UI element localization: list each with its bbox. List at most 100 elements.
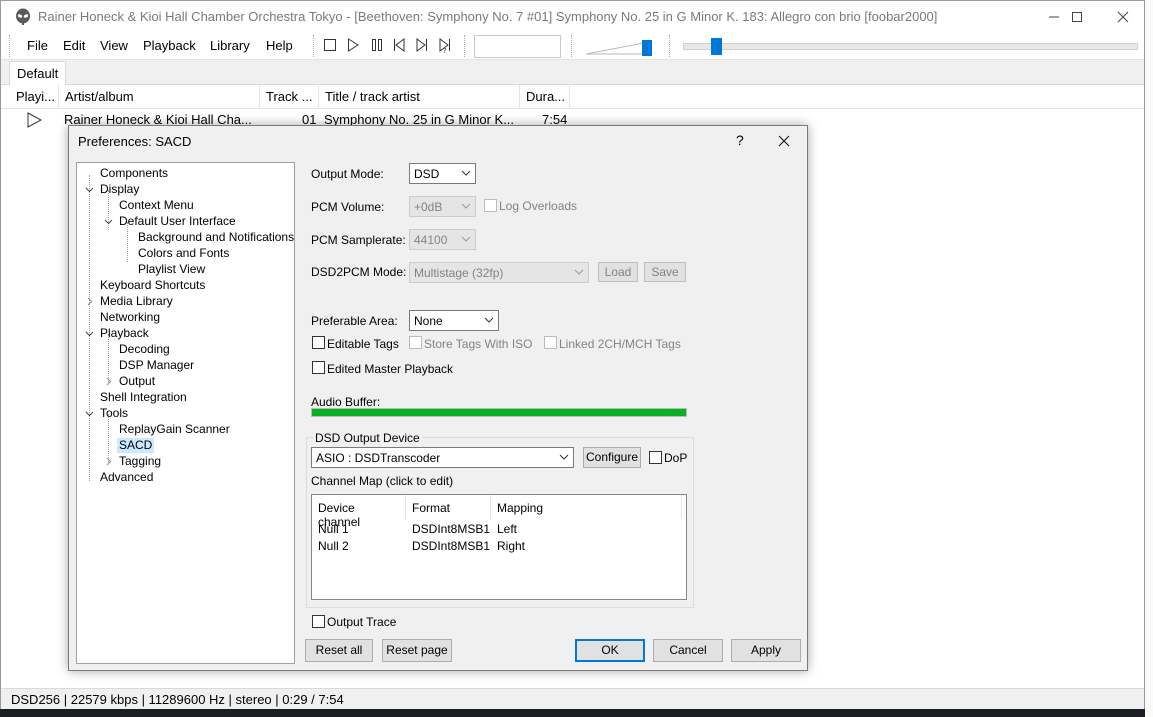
configure-button[interactable]: Configure xyxy=(583,447,641,468)
menu-toolbar: File Edit View Playback Library Help ? xyxy=(1,32,1144,60)
output-trace-checkbox[interactable] xyxy=(312,615,325,628)
store-tags-iso-checkbox[interactable] xyxy=(409,336,422,349)
editable-tags-checkbox[interactable] xyxy=(312,336,325,349)
output-mode-select[interactable]: DSD xyxy=(409,163,476,184)
tree-item-media-library[interactable]: Media Library xyxy=(98,294,175,309)
edited-master-checkbox[interactable] xyxy=(312,361,325,374)
dsd-device-select[interactable]: ASIO : DSDTranscoder xyxy=(311,447,574,468)
column-format[interactable]: Format xyxy=(406,495,491,519)
tree-item-networking[interactable]: Networking xyxy=(98,310,162,325)
row-channel: Null 1 xyxy=(318,522,349,536)
linked-tags-checkbox[interactable] xyxy=(544,336,557,349)
column-playing[interactable]: Playi... xyxy=(10,85,59,109)
tree-item-context-menu[interactable]: Context Menu xyxy=(117,198,196,213)
pause-icon[interactable] xyxy=(369,37,385,53)
seek-thumb[interactable] xyxy=(711,38,722,55)
chevron-right-icon[interactable] xyxy=(85,297,94,306)
playback-order-box[interactable] xyxy=(474,35,561,58)
reset-page-button[interactable]: Reset page xyxy=(382,639,452,662)
pcm-volume-label: PCM Volume: xyxy=(311,200,385,214)
tree-line xyxy=(108,334,109,382)
tree-item-sacd[interactable]: SACD xyxy=(117,438,155,453)
playlist-tabs: Default xyxy=(1,60,1144,85)
menu-file[interactable]: File xyxy=(27,38,48,53)
column-duration[interactable]: Dura... xyxy=(520,85,570,109)
dsd-device-value: ASIO : DSDTranscoder xyxy=(316,451,441,465)
toolbar-grip[interactable] xyxy=(313,35,315,57)
tree-item-playlist-view[interactable]: Playlist View xyxy=(136,262,207,277)
tree-item-background-notifications[interactable]: Background and Notifications xyxy=(136,230,296,245)
toolbar-grip-4[interactable] xyxy=(669,35,671,57)
pcm-samplerate-label: PCM Samplerate: xyxy=(311,233,406,247)
preferable-area-select[interactable]: None xyxy=(409,310,499,331)
channel-map-list[interactable]: Device channel Format Mapping Null 1 DSD… xyxy=(311,494,687,600)
tree-item-tools[interactable]: Tools xyxy=(98,406,130,421)
maximize-button[interactable] xyxy=(1054,1,1100,32)
seek-bar[interactable] xyxy=(683,38,1138,55)
column-mapping[interactable]: Mapping xyxy=(491,495,682,519)
ok-button[interactable]: OK xyxy=(575,639,645,662)
menu-view[interactable]: View xyxy=(100,38,128,53)
tree-item-output[interactable]: Output xyxy=(117,374,157,389)
volume-slider[interactable] xyxy=(584,40,658,56)
chevron-right-icon[interactable] xyxy=(104,457,113,466)
tree-item-components[interactable]: Components xyxy=(98,166,170,181)
play-icon[interactable] xyxy=(345,37,361,53)
close-icon xyxy=(1117,11,1129,23)
column-track[interactable]: Track ... xyxy=(260,85,319,109)
tree-item-dsp-manager[interactable]: DSP Manager xyxy=(117,358,196,373)
tree-item-replaygain-scanner[interactable]: ReplayGain Scanner xyxy=(117,422,232,437)
tree-item-decoding[interactable]: Decoding xyxy=(117,342,172,357)
menu-grip[interactable] xyxy=(9,35,11,57)
title-bar: Rainer Honeck & Kioi Hall Chamber Orches… xyxy=(1,1,1144,32)
log-overloads-checkbox[interactable] xyxy=(484,199,497,212)
previous-icon[interactable] xyxy=(391,37,407,53)
toolbar-grip-2[interactable] xyxy=(464,35,466,57)
output-trace-label: Output Trace xyxy=(327,615,397,629)
chevron-down-icon xyxy=(484,317,494,323)
menu-library[interactable]: Library xyxy=(210,38,250,53)
chevron-down-icon[interactable] xyxy=(85,185,94,194)
chevron-right-icon[interactable] xyxy=(104,377,113,386)
apply-button[interactable]: Apply xyxy=(731,639,801,662)
channel-map-label: Channel Map (click to edit) xyxy=(311,474,454,488)
column-artist-album[interactable]: Artist/album xyxy=(59,85,260,109)
status-text: DSD256 | 22579 kbps | 11289600 Hz | ster… xyxy=(11,692,344,707)
pcm-volume-select[interactable]: +0dB xyxy=(409,196,476,217)
toolbar-grip-3[interactable] xyxy=(571,35,573,57)
preferences-tree[interactable]: Components Display Context Menu Default … xyxy=(76,162,295,664)
close-icon[interactable] xyxy=(772,129,796,153)
close-window-button[interactable] xyxy=(1100,1,1146,32)
volume-thumb[interactable] xyxy=(642,40,652,56)
save-button[interactable]: Save xyxy=(644,262,686,282)
dop-checkbox[interactable] xyxy=(649,451,662,464)
load-button[interactable]: Load xyxy=(598,262,638,282)
chevron-down-icon[interactable] xyxy=(85,409,94,418)
dsd2pcm-mode-value: Multistage (32fp) xyxy=(414,266,504,280)
tree-item-tagging[interactable]: Tagging xyxy=(117,454,163,469)
chevron-down-icon[interactable] xyxy=(85,329,94,338)
tree-item-default-user-interface[interactable]: Default User Interface xyxy=(117,214,238,229)
next-icon[interactable] xyxy=(414,37,430,53)
dsd2pcm-mode-select[interactable]: Multistage (32fp) xyxy=(409,262,589,283)
menu-playback[interactable]: Playback xyxy=(143,38,196,53)
reset-all-button[interactable]: Reset all xyxy=(305,639,373,662)
random-icon[interactable]: ? xyxy=(437,37,453,53)
tree-item-playback[interactable]: Playback xyxy=(98,326,151,341)
tree-item-advanced[interactable]: Advanced xyxy=(98,470,155,485)
tab-default[interactable]: Default xyxy=(9,61,67,85)
chevron-down-icon[interactable] xyxy=(104,217,113,226)
menu-help[interactable]: Help xyxy=(266,38,293,53)
tree-item-display[interactable]: Display xyxy=(98,182,141,197)
menu-edit[interactable]: Edit xyxy=(63,38,85,53)
svg-text:?: ? xyxy=(443,47,447,53)
tree-item-keyboard-shortcuts[interactable]: Keyboard Shortcuts xyxy=(98,278,207,293)
help-button[interactable]: ? xyxy=(736,132,744,148)
column-title[interactable]: Title / track artist xyxy=(319,85,520,109)
cancel-button[interactable]: Cancel xyxy=(653,639,723,662)
pcm-samplerate-select[interactable]: 44100 xyxy=(409,229,476,250)
tree-item-shell-integration[interactable]: Shell Integration xyxy=(98,390,189,405)
column-device-channel[interactable]: Device channel xyxy=(312,495,406,529)
tree-item-colors-fonts[interactable]: Colors and Fonts xyxy=(136,246,231,261)
stop-icon[interactable] xyxy=(322,37,338,53)
